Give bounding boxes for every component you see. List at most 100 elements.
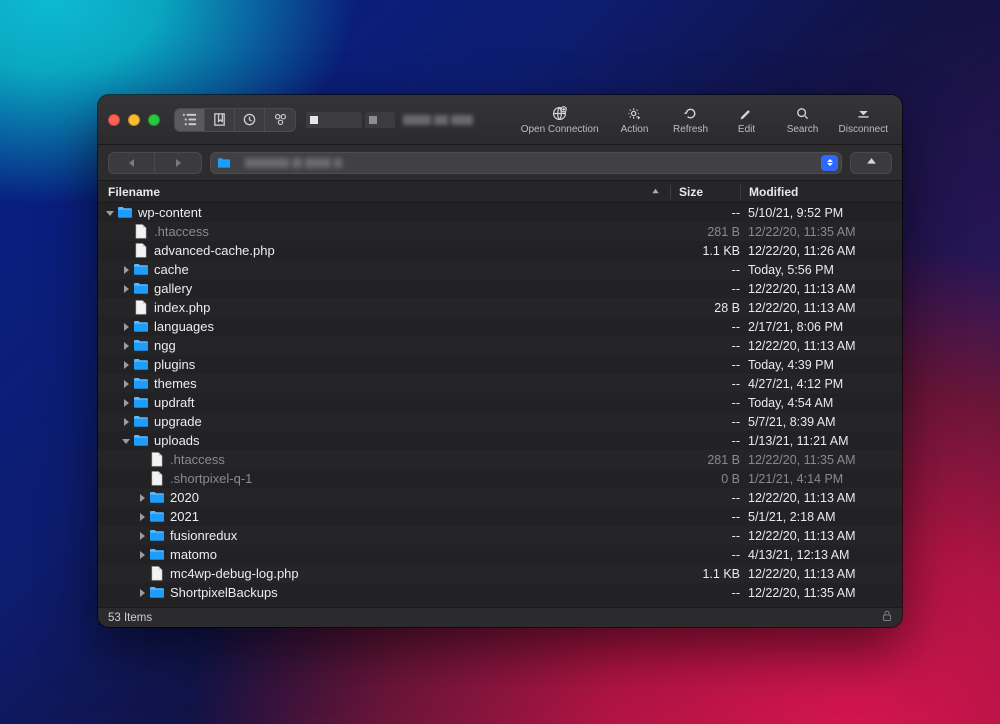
disclosure-triangle[interactable] [104,209,115,217]
folder-icon [133,395,149,411]
disclosure-triangle[interactable] [136,494,147,502]
file-row[interactable]: gallery--12/22/20, 11:13 AM [98,279,902,298]
file-size: -- [670,548,740,562]
folder-icon [149,585,165,601]
file-row[interactable]: cache--Today, 5:56 PM [98,260,902,279]
file-size: -- [670,320,740,334]
file-row[interactable]: ShortpixelBackups--12/22/20, 11:35 AM [98,583,902,602]
file-size: 1.1 KB [670,567,740,581]
file-icon [149,566,165,582]
forward-button[interactable] [155,153,201,173]
path-combobox[interactable] [210,152,842,174]
file-name: advanced-cache.php [154,243,670,258]
file-icon [133,300,149,316]
go-up-button[interactable] [850,152,892,174]
path-dropdown-icon[interactable] [821,155,838,171]
file-modified: 12/22/20, 11:13 AM [740,491,890,505]
file-row[interactable]: plugins--Today, 4:39 PM [98,355,902,374]
disclosure-triangle[interactable] [120,380,131,388]
view-mode-segment[interactable] [174,108,296,132]
connection-tabs[interactable] [306,112,395,128]
file-row[interactable]: wp-content--5/10/21, 9:52 PM [98,203,902,222]
disclosure-triangle[interactable] [120,361,131,369]
bonjour-view-icon[interactable] [265,109,295,131]
file-row[interactable]: ngg--12/22/20, 11:13 AM [98,336,902,355]
history-nav-segment[interactable] [108,152,202,174]
close-icon[interactable] [108,114,120,126]
file-modified: 4/13/21, 12:13 AM [740,548,890,562]
disclosure-triangle[interactable] [136,513,147,521]
file-size: -- [670,586,740,600]
disclosure-triangle[interactable] [120,437,131,445]
file-name: .htaccess [154,224,670,239]
file-row[interactable]: languages--2/17/21, 8:06 PM [98,317,902,336]
refresh-button[interactable]: Refresh [671,105,711,135]
file-row[interactable]: .htaccess281 B12/22/20, 11:35 AM [98,222,902,241]
disclosure-triangle[interactable] [120,266,131,274]
folder-icon [149,490,165,506]
file-size: -- [670,339,740,353]
edit-button[interactable]: Edit [727,105,767,135]
toolbar-buttons: Open Connection Action Refresh Edit Sear… [521,105,888,135]
file-row[interactable]: 2021--5/1/21, 2:18 AM [98,507,902,526]
column-headers[interactable]: Filename Size Modified [98,181,902,203]
lock-icon [882,610,892,625]
file-row[interactable]: matomo--4/13/21, 12:13 AM [98,545,902,564]
disclosure-triangle[interactable] [120,285,131,293]
file-name: languages [154,319,670,334]
zoom-icon[interactable] [148,114,160,126]
disclosure-triangle[interactable] [136,532,147,540]
back-button[interactable] [109,153,155,173]
file-row[interactable]: themes--4/27/21, 4:12 PM [98,374,902,393]
toolbar-label: Refresh [673,124,708,135]
window-title [403,115,473,125]
file-icon [133,224,149,240]
file-name: ngg [154,338,670,353]
file-size: 0 B [670,472,740,486]
file-modified: 12/22/20, 11:35 AM [740,225,890,239]
disclosure-triangle[interactable] [120,342,131,350]
history-view-icon[interactable] [235,109,265,131]
search-button[interactable]: Search [783,105,823,135]
file-size: -- [670,529,740,543]
file-row[interactable]: uploads--1/13/21, 11:21 AM [98,431,902,450]
disclosure-triangle[interactable] [136,589,147,597]
file-row[interactable]: .shortpixel-q-10 B1/21/21, 4:14 PM [98,469,902,488]
disclosure-triangle[interactable] [120,323,131,331]
file-modified: 1/21/21, 4:14 PM [740,472,890,486]
connection-tab[interactable] [306,112,362,128]
file-row[interactable]: upgrade--5/7/21, 8:39 AM [98,412,902,431]
file-row[interactable]: index.php28 B12/22/20, 11:13 AM [98,298,902,317]
connection-tab[interactable] [365,112,395,128]
file-row[interactable]: advanced-cache.php1.1 KB12/22/20, 11:26 … [98,241,902,260]
disclosure-triangle[interactable] [120,399,131,407]
ftp-window: Open Connection Action Refresh Edit Sear… [98,95,902,627]
action-button[interactable]: Action [615,105,655,135]
outline-view-icon[interactable] [175,109,205,131]
folder-icon [117,205,133,221]
file-row[interactable]: fusionredux--12/22/20, 11:13 AM [98,526,902,545]
file-modified: Today, 5:56 PM [740,263,890,277]
column-header-size[interactable]: Size [670,185,740,199]
disclosure-triangle[interactable] [136,551,147,559]
file-modified: 12/22/20, 11:26 AM [740,244,890,258]
bookmarks-view-icon[interactable] [205,109,235,131]
file-modified: 12/22/20, 11:13 AM [740,529,890,543]
file-size: -- [670,377,740,391]
file-modified: 12/22/20, 11:35 AM [740,586,890,600]
file-row[interactable]: updraft--Today, 4:54 AM [98,393,902,412]
column-header-filename[interactable]: Filename [108,185,670,199]
column-header-modified[interactable]: Modified [740,185,890,199]
file-name: updraft [154,395,670,410]
file-name: 2020 [170,490,670,505]
minimize-icon[interactable] [128,114,140,126]
disconnect-button[interactable]: Disconnect [839,105,888,135]
open-connection-button[interactable]: Open Connection [521,105,599,135]
file-row[interactable]: .htaccess281 B12/22/20, 11:35 AM [98,450,902,469]
file-row[interactable]: 2020--12/22/20, 11:13 AM [98,488,902,507]
disclosure-triangle[interactable] [120,418,131,426]
file-row[interactable]: mc4wp-debug-log.php1.1 KB12/22/20, 11:13… [98,564,902,583]
file-icon [149,471,165,487]
file-size: -- [670,396,740,410]
file-list[interactable]: wp-content--5/10/21, 9:52 PM.htaccess281… [98,203,902,607]
